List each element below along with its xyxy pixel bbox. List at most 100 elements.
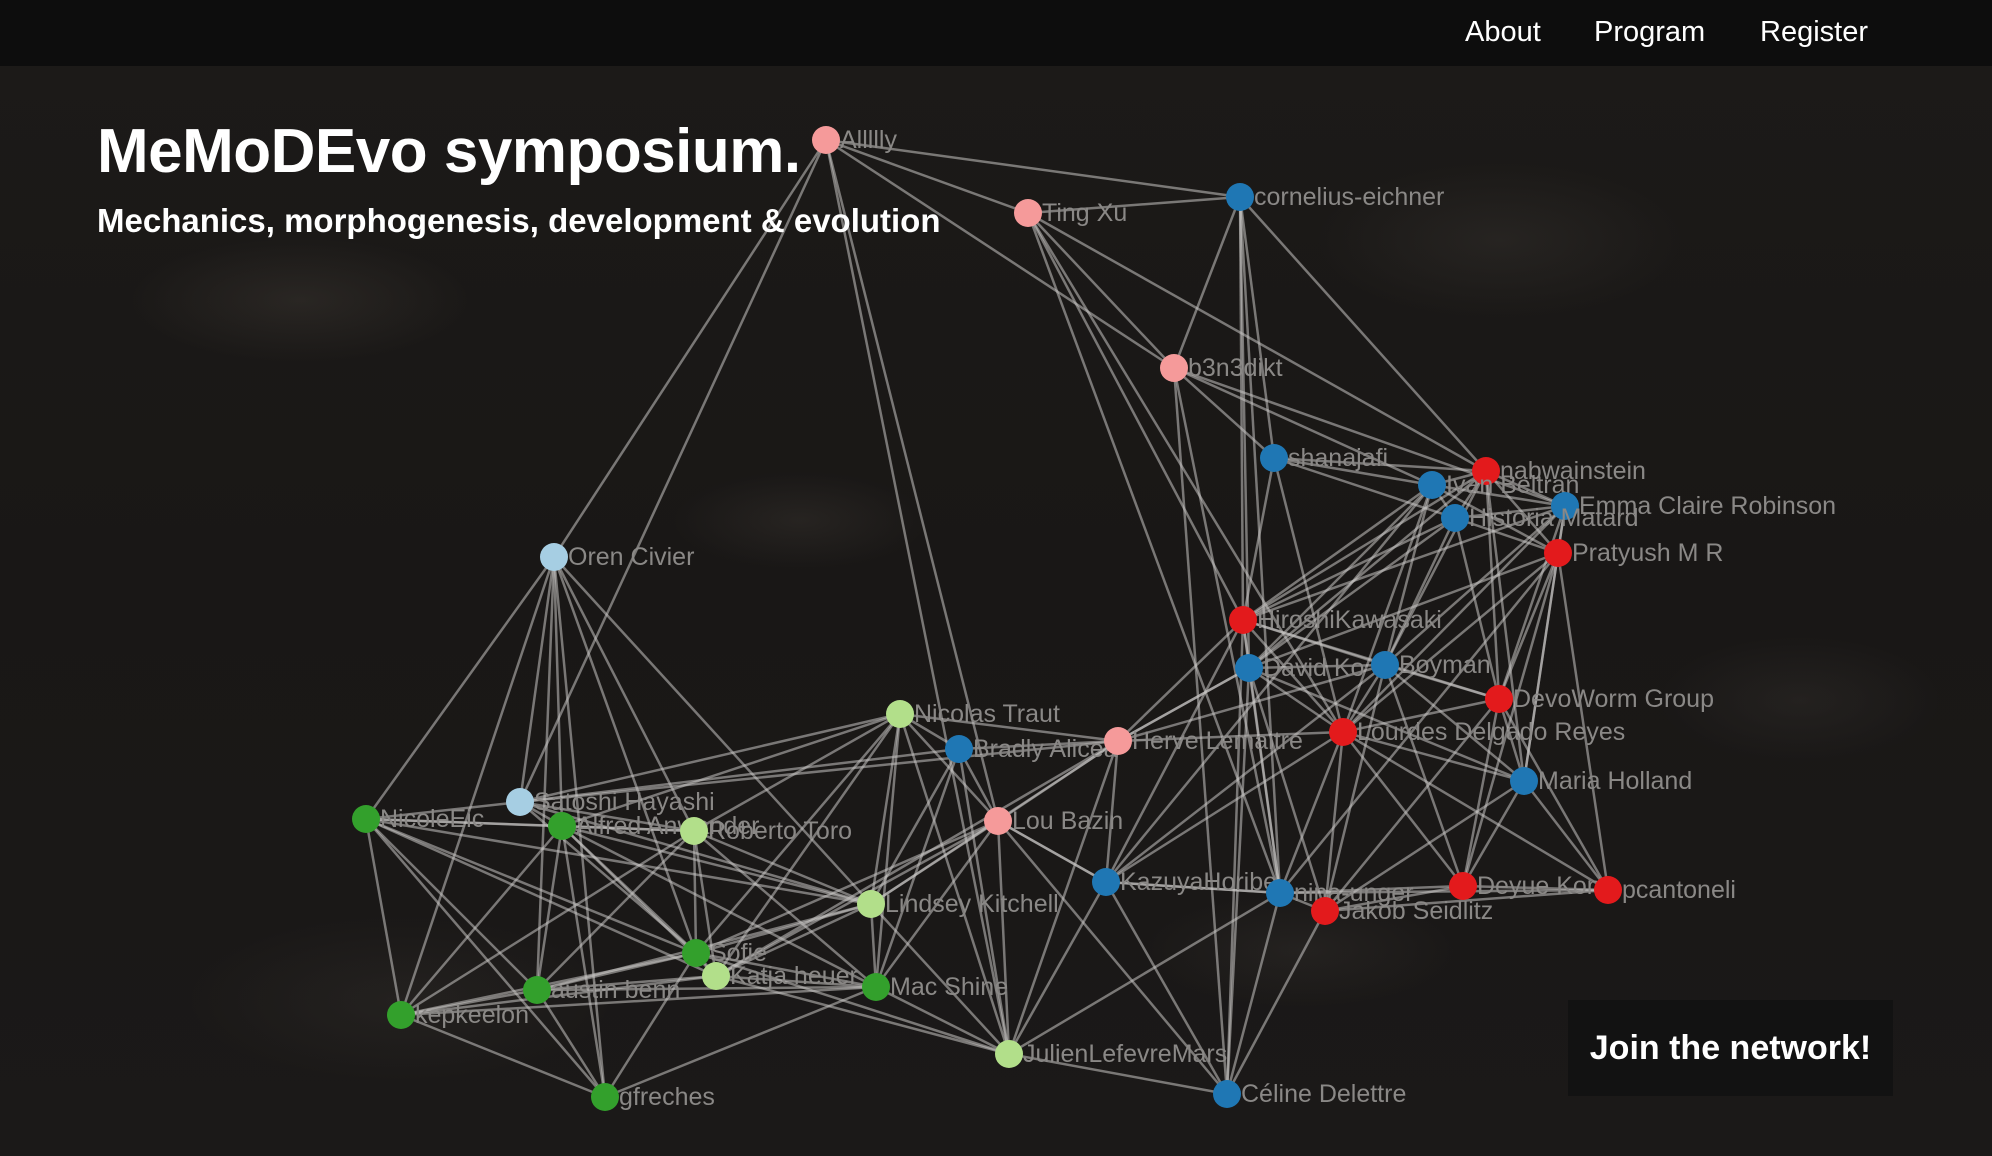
node-circle[interactable] (984, 807, 1012, 835)
node-label: b3n3dikt (1188, 354, 1283, 382)
node-lindsey[interactable]: Lindsey Kitchell (857, 890, 1059, 918)
node-deyue[interactable]: Deyue Kong (1449, 872, 1615, 900)
node-nicolas[interactable]: Nicolas Traut (886, 700, 1060, 728)
node-julien[interactable]: JulienLefevreMars (995, 1040, 1227, 1068)
node-label: Jakob Seidlitz (1339, 897, 1493, 925)
edge-oren-kepkee (399, 556, 556, 1016)
node-historia[interactable]: Historia Matard (1441, 504, 1639, 532)
node-davidk[interactable]: David Ko (1235, 654, 1364, 682)
node-circle[interactable] (1229, 606, 1257, 634)
page-subtitle: Mechanics, morphogenesis, development & … (97, 202, 941, 239)
node-circle[interactable] (523, 976, 551, 1004)
node-circle[interactable] (540, 543, 568, 571)
node-circle[interactable] (1226, 183, 1254, 211)
node-circle[interactable] (1014, 199, 1042, 227)
node-ivanbeltran[interactable]: Ivan Beltran (1418, 471, 1579, 499)
node-circle[interactable] (1594, 876, 1622, 904)
node-alllly[interactable]: Allllly (812, 126, 897, 154)
node-circle[interactable] (886, 700, 914, 728)
edge-roberto-austin (536, 830, 695, 991)
node-boyman[interactable]: Boyman (1371, 651, 1491, 679)
node-label: Pratyush M R (1572, 539, 1723, 567)
edge-tingxu-b3n3dikt (1027, 212, 1175, 369)
node-lourdes[interactable]: Lourdes Delgado Reyes (1329, 718, 1625, 746)
node-devoworm[interactable]: DevoWorm Group (1485, 685, 1714, 713)
node-austin[interactable]: austin benn (523, 976, 680, 1004)
node-circle[interactable] (1485, 685, 1513, 713)
nodes-layer: Allllly Ting Xu cornelius-eichner b3n3dikt s… (352, 126, 1836, 1111)
node-circle[interactable] (1266, 879, 1294, 907)
node-circle[interactable] (1418, 471, 1446, 499)
node-label: Historia Matard (1469, 504, 1639, 532)
node-circle[interactable] (995, 1040, 1023, 1068)
node-herve[interactable]: Herve Lemaitre (1104, 727, 1303, 755)
node-circle[interactable] (812, 126, 840, 154)
node-jakob[interactable]: Jakob Seidlitz (1311, 897, 1493, 925)
node-circle[interactable] (1213, 1080, 1241, 1108)
node-circle[interactable] (387, 1001, 415, 1029)
node-label: Roberto Toro (708, 817, 852, 845)
node-bradly[interactable]: Bradly Alicea (945, 735, 1118, 763)
node-katja[interactable]: Katja heuer (702, 962, 858, 990)
node-kazuya[interactable]: KazuyaHoribe (1092, 868, 1277, 896)
node-pratyush[interactable]: Pratyush M R (1544, 539, 1723, 567)
node-circle[interactable] (682, 939, 710, 967)
node-macshine[interactable]: Mac Shine (862, 973, 1008, 1001)
node-lou[interactable]: Lou Bazin (984, 807, 1123, 835)
node-circle[interactable] (1441, 504, 1469, 532)
node-circle[interactable] (1311, 897, 1339, 925)
node-circle[interactable] (680, 817, 708, 845)
node-circle[interactable] (1160, 354, 1188, 382)
node-circle[interactable] (857, 890, 885, 918)
node-label: shanajafi (1288, 444, 1388, 472)
nav-register-link[interactable]: Register (1760, 16, 1868, 49)
join-network-button[interactable]: Join the network! (1568, 1000, 1893, 1096)
node-circle[interactable] (1329, 718, 1357, 746)
node-label: Céline Delettre (1241, 1080, 1406, 1108)
node-shanajafi[interactable]: shanajafi (1260, 444, 1388, 472)
node-circle[interactable] (1510, 767, 1538, 795)
node-b3n3dikt[interactable]: b3n3dikt (1160, 354, 1283, 382)
node-label: NicoleEic (380, 805, 484, 833)
node-circle[interactable] (1104, 727, 1132, 755)
node-circle[interactable] (1092, 868, 1120, 896)
node-label: kepkeelon (415, 1001, 529, 1029)
node-circle[interactable] (862, 973, 890, 1001)
node-label: Lou Bazin (1012, 807, 1123, 835)
node-kepkee[interactable]: kepkeelon (387, 1001, 529, 1029)
node-circle[interactable] (945, 735, 973, 763)
node-circle[interactable] (506, 788, 534, 816)
node-circle[interactable] (1371, 651, 1399, 679)
nav-program-link[interactable]: Program (1594, 16, 1705, 49)
node-tingxu[interactable]: Ting Xu (1014, 199, 1127, 227)
node-maria[interactable]: Maria Holland (1510, 767, 1692, 795)
node-celine[interactable]: Céline Delettre (1213, 1080, 1406, 1108)
node-label: Ting Xu (1042, 199, 1127, 227)
node-circle[interactable] (1544, 539, 1572, 567)
node-label: Mac Shine (890, 973, 1008, 1001)
node-label: Deyue Kong (1477, 872, 1615, 900)
edge-hiroshi-celine (1225, 619, 1245, 1095)
nav-about-link[interactable]: About (1465, 16, 1541, 49)
node-circle[interactable] (352, 805, 380, 833)
node-circle[interactable] (1235, 654, 1263, 682)
node-hiroshi[interactable]: HiroshiKawasaki (1229, 606, 1442, 634)
node-label: Allllly (840, 126, 897, 154)
node-oren[interactable]: Oren Civier (540, 543, 694, 571)
node-cornelius[interactable]: cornelius-eichner (1226, 183, 1444, 211)
node-circle[interactable] (1260, 444, 1288, 472)
node-label: austin benn (551, 976, 680, 1004)
node-label: Herve Lemaitre (1132, 727, 1303, 755)
node-label: HiroshiKawasaki (1257, 606, 1442, 634)
node-circle[interactable] (1449, 872, 1477, 900)
edge-alllly-b3n3dikt (825, 138, 1175, 370)
node-nicole[interactable]: NicoleEic (352, 805, 484, 833)
node-circle[interactable] (702, 962, 730, 990)
node-label: Maria Holland (1538, 767, 1692, 795)
node-circle[interactable] (591, 1083, 619, 1111)
node-label: Nicolas Traut (914, 700, 1060, 728)
edge-ivanbeltran-davidk (1248, 484, 1433, 669)
node-circle[interactable] (548, 812, 576, 840)
node-pcantoneli[interactable]: pcantoneli (1594, 876, 1736, 904)
node-gfreches[interactable]: gfreches (591, 1083, 715, 1111)
